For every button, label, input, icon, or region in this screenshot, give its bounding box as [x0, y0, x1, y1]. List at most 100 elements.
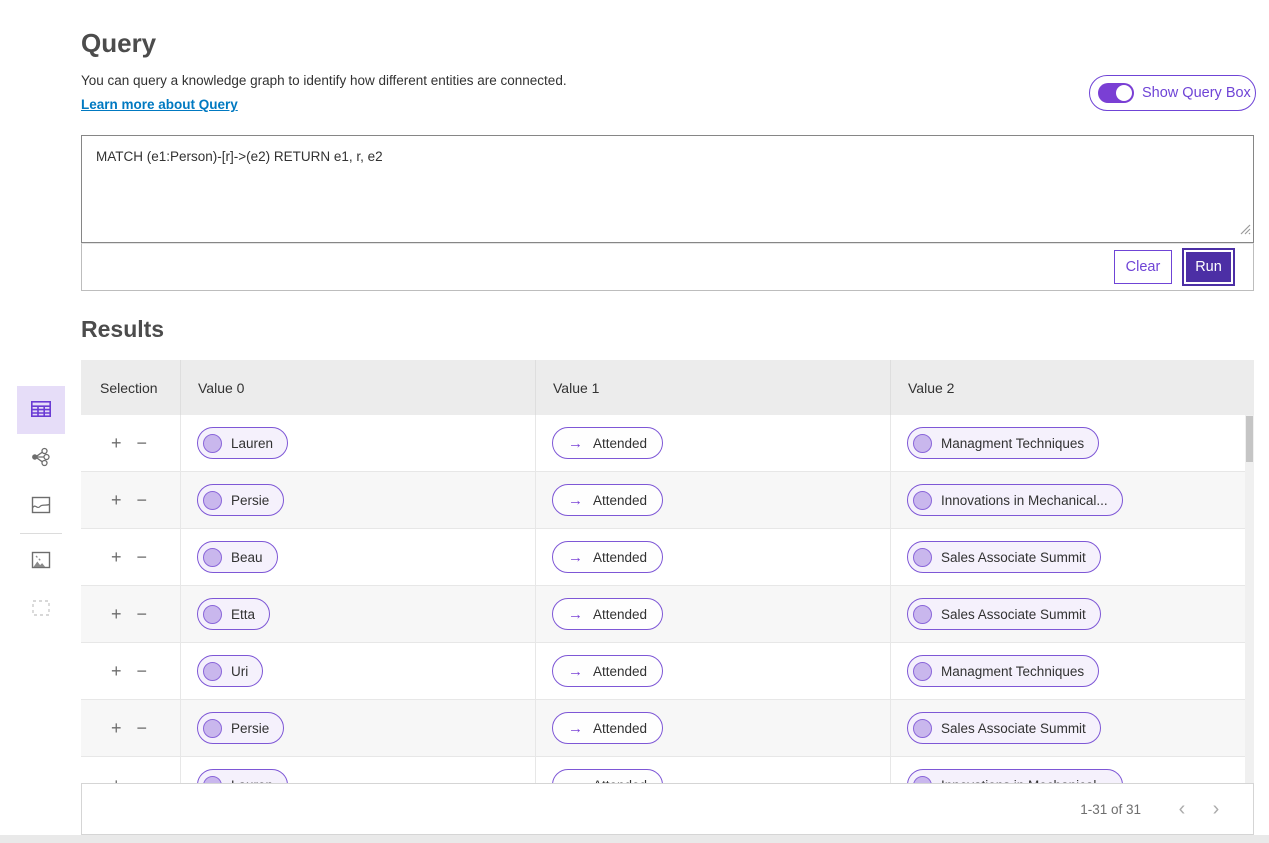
- value1-cell: → Attended: [535, 529, 890, 585]
- remove-from-selection-button[interactable]: −: [137, 434, 148, 452]
- entity-pill[interactable]: Sales Associate Summit: [907, 712, 1101, 744]
- value1-cell: → Attended: [535, 700, 890, 756]
- link-chart-icon: [29, 445, 53, 472]
- table-header: Selection Value 0 Value 1 Value 2: [81, 360, 1254, 415]
- view-mode-sidebar: [17, 386, 65, 633]
- relation-label: Attended: [593, 435, 648, 451]
- entity-pill[interactable]: Lauren: [197, 769, 289, 783]
- value2-cell: Sales Associate Summit: [890, 529, 1254, 585]
- sidebar-item-selection-view[interactable]: [17, 585, 65, 633]
- previous-page-button[interactable]: ‹: [1165, 799, 1199, 819]
- column-header-value0: Value 0: [180, 360, 535, 415]
- query-textarea[interactable]: MATCH (e1:Person)-[r]->(e2) RETURN e1, r…: [81, 135, 1254, 243]
- entity-dot-icon: [913, 547, 932, 567]
- entity-label: Innovations in Mechanical...: [941, 492, 1108, 508]
- next-page-button[interactable]: ›: [1199, 799, 1233, 819]
- entity-pill[interactable]: Beau: [197, 541, 278, 573]
- learn-more-link[interactable]: Learn more about Query: [81, 97, 238, 112]
- results-title: Results: [81, 316, 165, 342]
- run-button[interactable]: Run: [1182, 248, 1235, 286]
- add-to-selection-button[interactable]: +: [111, 491, 122, 509]
- entity-dot-icon: [203, 775, 222, 783]
- remove-from-selection-button[interactable]: −: [137, 662, 148, 680]
- table-row: + − Beau → Attended Sales Associate Summ…: [81, 529, 1254, 586]
- entity-pill[interactable]: Managment Techniques: [907, 427, 1100, 459]
- add-to-selection-button[interactable]: +: [111, 605, 122, 623]
- entity-label: Etta: [231, 606, 256, 622]
- remove-from-selection-button[interactable]: −: [137, 605, 148, 623]
- table-row: + − Uri → Attended Managment Techniques: [81, 643, 1254, 700]
- entity-pill[interactable]: Lauren: [197, 427, 289, 459]
- show-query-box-toggle[interactable]: Show Query Box: [1089, 75, 1256, 111]
- table-row: + − Etta → Attended Sales Associate Summ…: [81, 586, 1254, 643]
- entity-pill[interactable]: Innovations in Mechanical...: [907, 484, 1123, 516]
- page-title: Query: [81, 28, 157, 58]
- relation-pill[interactable]: → Attended: [552, 712, 664, 744]
- query-box: MATCH (e1:Person)-[r]->(e2) RETURN e1, r…: [81, 135, 1254, 243]
- entity-label: Lauren: [231, 435, 274, 451]
- value0-cell: Beau: [180, 529, 535, 585]
- table-row: + − Persie → Attended Innovations in Mec…: [81, 472, 1254, 529]
- add-to-selection-button[interactable]: +: [111, 719, 122, 737]
- entity-label: Beau: [231, 549, 263, 565]
- remove-from-selection-button[interactable]: −: [137, 491, 148, 509]
- value2-cell: Managment Techniques: [890, 643, 1254, 699]
- arrow-right-icon: →: [568, 719, 583, 737]
- entity-label: Sales Associate Summit: [941, 606, 1086, 622]
- add-to-selection-button[interactable]: +: [111, 776, 122, 783]
- sidebar-item-link-chart-view[interactable]: [17, 434, 65, 482]
- relation-pill[interactable]: → Attended: [552, 598, 664, 630]
- arrow-right-icon: →: [568, 434, 583, 452]
- column-header-selection: Selection: [100, 379, 158, 396]
- remove-from-selection-button[interactable]: −: [137, 776, 148, 783]
- entity-pill[interactable]: Sales Associate Summit: [907, 541, 1101, 573]
- map-icon: [29, 493, 53, 520]
- relation-pill[interactable]: → Attended: [552, 484, 664, 516]
- value0-cell: Persie: [180, 472, 535, 528]
- entity-dot-icon: [913, 604, 932, 624]
- column-header-value2: Value 2: [890, 360, 1254, 415]
- sidebar-item-map-view[interactable]: [17, 482, 65, 530]
- selection-cell: + −: [81, 586, 180, 642]
- add-to-selection-button[interactable]: +: [111, 662, 122, 680]
- entity-pill[interactable]: Innovations in Mechanical...: [907, 769, 1123, 783]
- add-to-selection-button[interactable]: +: [111, 548, 122, 566]
- relation-pill[interactable]: → Attended: [552, 427, 664, 459]
- add-to-selection-button[interactable]: +: [111, 434, 122, 452]
- arrow-right-icon: →: [568, 491, 583, 509]
- new-map-icon: [29, 548, 53, 575]
- relation-label: Attended: [593, 549, 648, 565]
- sidebar-item-table-view[interactable]: [17, 386, 65, 434]
- entity-pill[interactable]: Sales Associate Summit: [907, 598, 1101, 630]
- pagination-range: 1-31 of 31: [1080, 801, 1141, 817]
- relation-pill[interactable]: → Attended: [552, 655, 664, 687]
- sidebar-item-new-map-view[interactable]: [17, 537, 65, 585]
- value1-cell: → Attended: [535, 415, 890, 471]
- entity-pill[interactable]: Persie: [197, 484, 285, 516]
- value0-cell: Uri: [180, 643, 535, 699]
- entity-pill[interactable]: Managment Techniques: [907, 655, 1100, 687]
- entity-dot-icon: [203, 718, 222, 738]
- entity-pill[interactable]: Etta: [197, 598, 271, 630]
- entity-pill[interactable]: Uri: [197, 655, 264, 687]
- entity-pill[interactable]: Persie: [197, 712, 285, 744]
- entity-dot-icon: [203, 433, 222, 453]
- entity-label: Persie: [231, 720, 270, 736]
- entity-dot-icon: [203, 604, 222, 624]
- clear-button[interactable]: Clear: [1114, 250, 1172, 284]
- remove-from-selection-button[interactable]: −: [137, 548, 148, 566]
- table-body: + − Lauren → Attended Managment Techniqu…: [81, 415, 1254, 783]
- arrow-right-icon: →: [568, 662, 583, 680]
- table-scrollbar[interactable]: [1245, 415, 1254, 783]
- value2-cell: Managment Techniques: [890, 415, 1254, 471]
- relation-pill[interactable]: → Attended: [552, 541, 664, 573]
- table-row: + − Lauren → Attended Innovations in Mec…: [81, 757, 1254, 783]
- toggle-switch-icon[interactable]: [1098, 83, 1134, 103]
- selection-box-icon: [29, 596, 53, 623]
- arrow-right-icon: →: [568, 548, 583, 566]
- selection-cell: + −: [81, 529, 180, 585]
- remove-from-selection-button[interactable]: −: [137, 719, 148, 737]
- value0-cell: Lauren: [180, 757, 535, 783]
- scrollbar-thumb[interactable]: [1246, 416, 1253, 462]
- relation-pill[interactable]: → Attended: [552, 769, 664, 783]
